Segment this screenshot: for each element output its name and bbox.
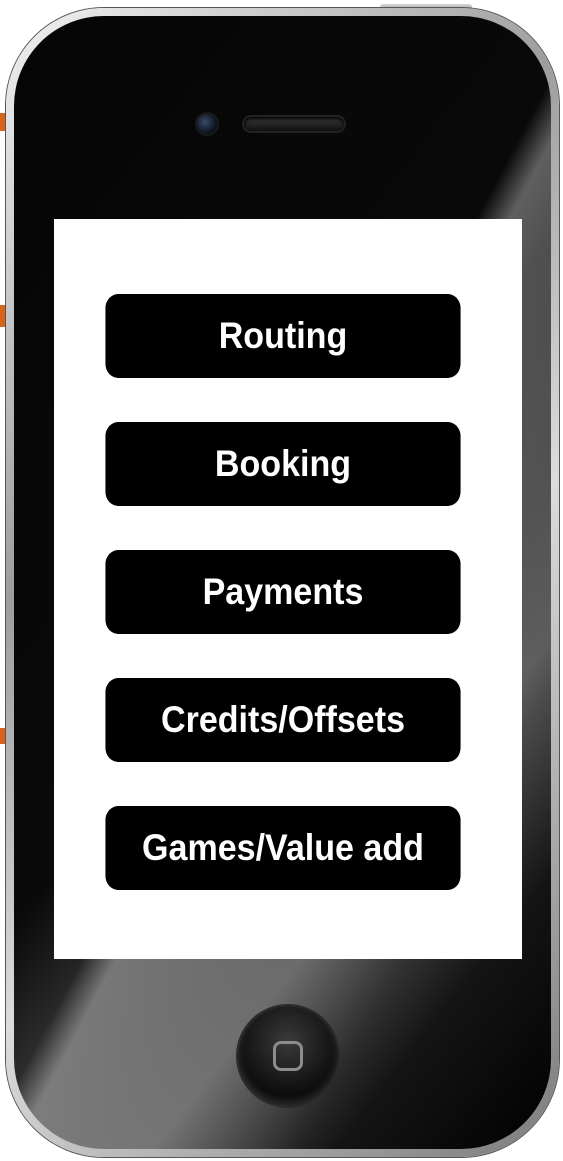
earpiece-speaker [244, 117, 344, 131]
home-square-icon [273, 1041, 303, 1071]
phone-bezel: Routing Booking Payments Credits/Offsets… [14, 16, 551, 1149]
phone-screen: Routing Booking Payments Credits/Offsets… [54, 219, 522, 959]
routing-button[interactable]: Routing [105, 294, 461, 378]
phone-frame: Routing Booking Payments Credits/Offsets… [6, 8, 559, 1157]
games-value-add-button[interactable]: Games/Value add [105, 806, 461, 890]
front-camera-icon [197, 114, 217, 134]
payments-button[interactable]: Payments [105, 550, 461, 634]
home-button[interactable] [238, 1006, 338, 1106]
credits-offsets-button[interactable]: Credits/Offsets [105, 678, 461, 762]
booking-button[interactable]: Booking [105, 422, 461, 506]
